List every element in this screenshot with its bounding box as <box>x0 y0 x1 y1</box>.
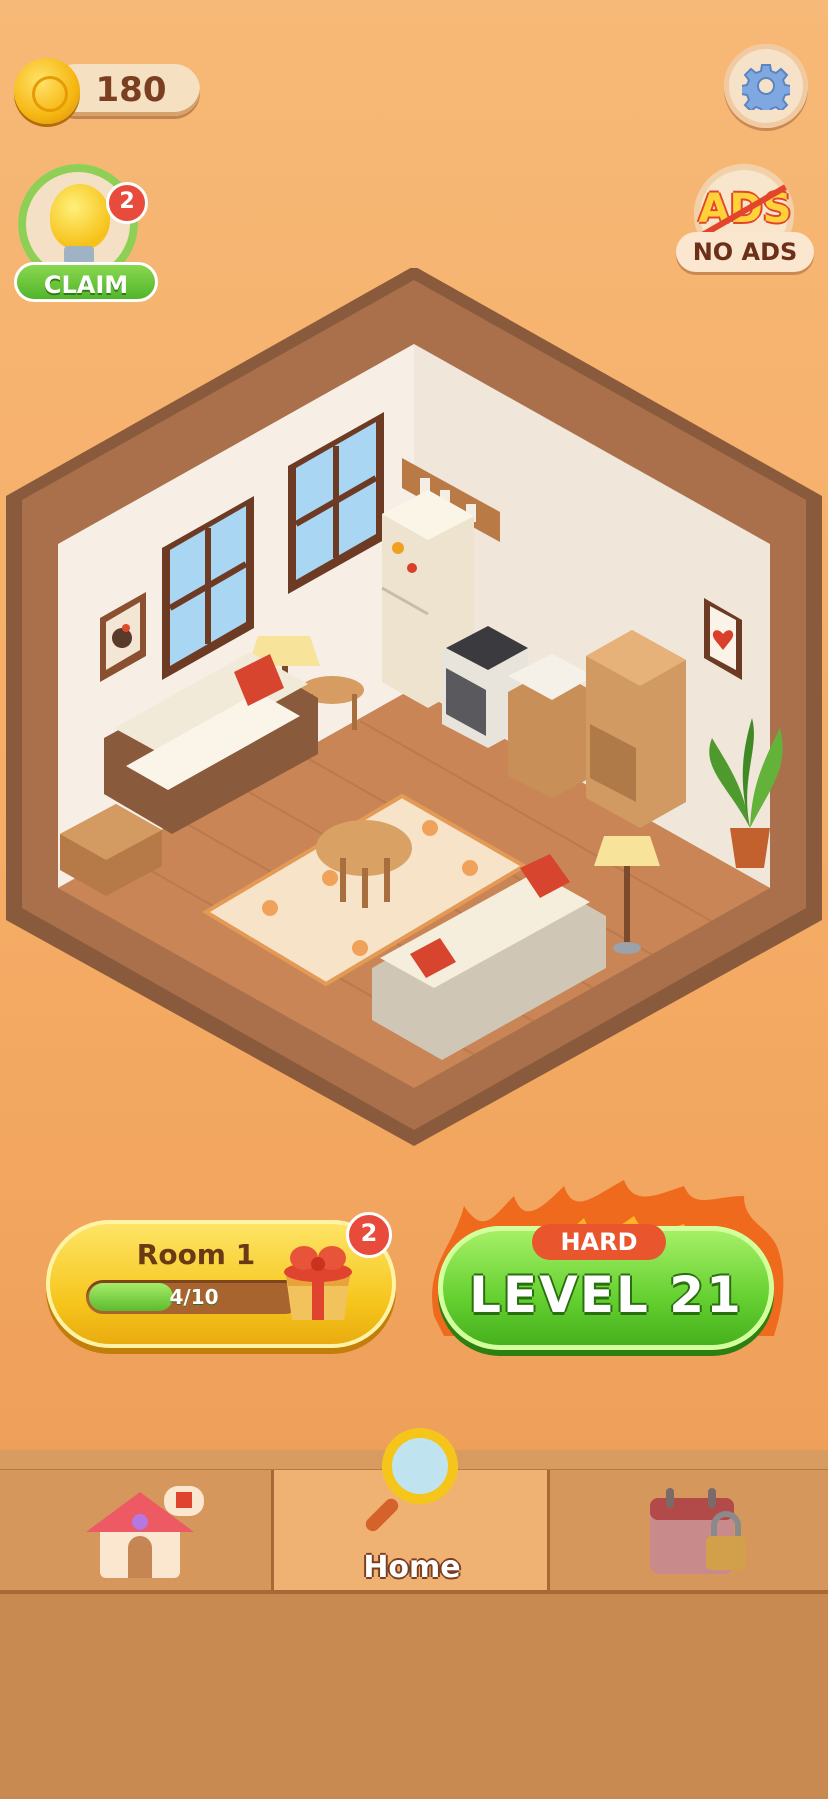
house-icon <box>86 1486 204 1578</box>
lightbulb-icon <box>50 184 110 250</box>
notification-badge: 2 <box>346 1212 392 1258</box>
cabinet <box>586 630 686 828</box>
tab-home-label: Home <box>363 1550 461 1585</box>
room-illustration <box>0 266 828 1158</box>
lock-icon <box>706 1536 746 1570</box>
room-name: Room 1 <box>136 1238 256 1271</box>
tab-calendar-locked[interactable] <box>550 1470 828 1590</box>
settings-button[interactable] <box>724 44 808 128</box>
tab-home[interactable]: Home <box>274 1428 550 1590</box>
no-ads-button[interactable]: ADS NO ADS <box>676 164 814 280</box>
difficulty-badge: HARD <box>532 1224 666 1260</box>
nav-tabs: Home <box>0 1428 828 1594</box>
room-progress-bar: 4/10 <box>86 1280 302 1314</box>
room-scene-svg <box>6 266 822 1146</box>
gear-icon <box>742 64 790 110</box>
room-progress-button[interactable]: Room 1 4/10 2 <box>46 1212 396 1348</box>
tab-rooms[interactable] <box>0 1470 274 1590</box>
kitchen-counter <box>508 654 594 798</box>
bottom-nav: Home <box>0 1428 828 1799</box>
coin-count: 180 <box>95 70 167 110</box>
coin-counter: 180 <box>14 58 206 124</box>
room-progress-text: 4/10 <box>169 1285 219 1309</box>
play-level-button[interactable]: HARD LEVEL 21 <box>424 1166 788 1360</box>
level-label: LEVEL 21 <box>469 1266 743 1324</box>
magnifier-icon <box>365 1428 458 1532</box>
coin-icon <box>14 58 80 124</box>
gift-box-icon <box>278 1240 358 1324</box>
no-ads-label: NO ADS <box>676 232 814 272</box>
notification-badge: 2 <box>106 182 148 224</box>
